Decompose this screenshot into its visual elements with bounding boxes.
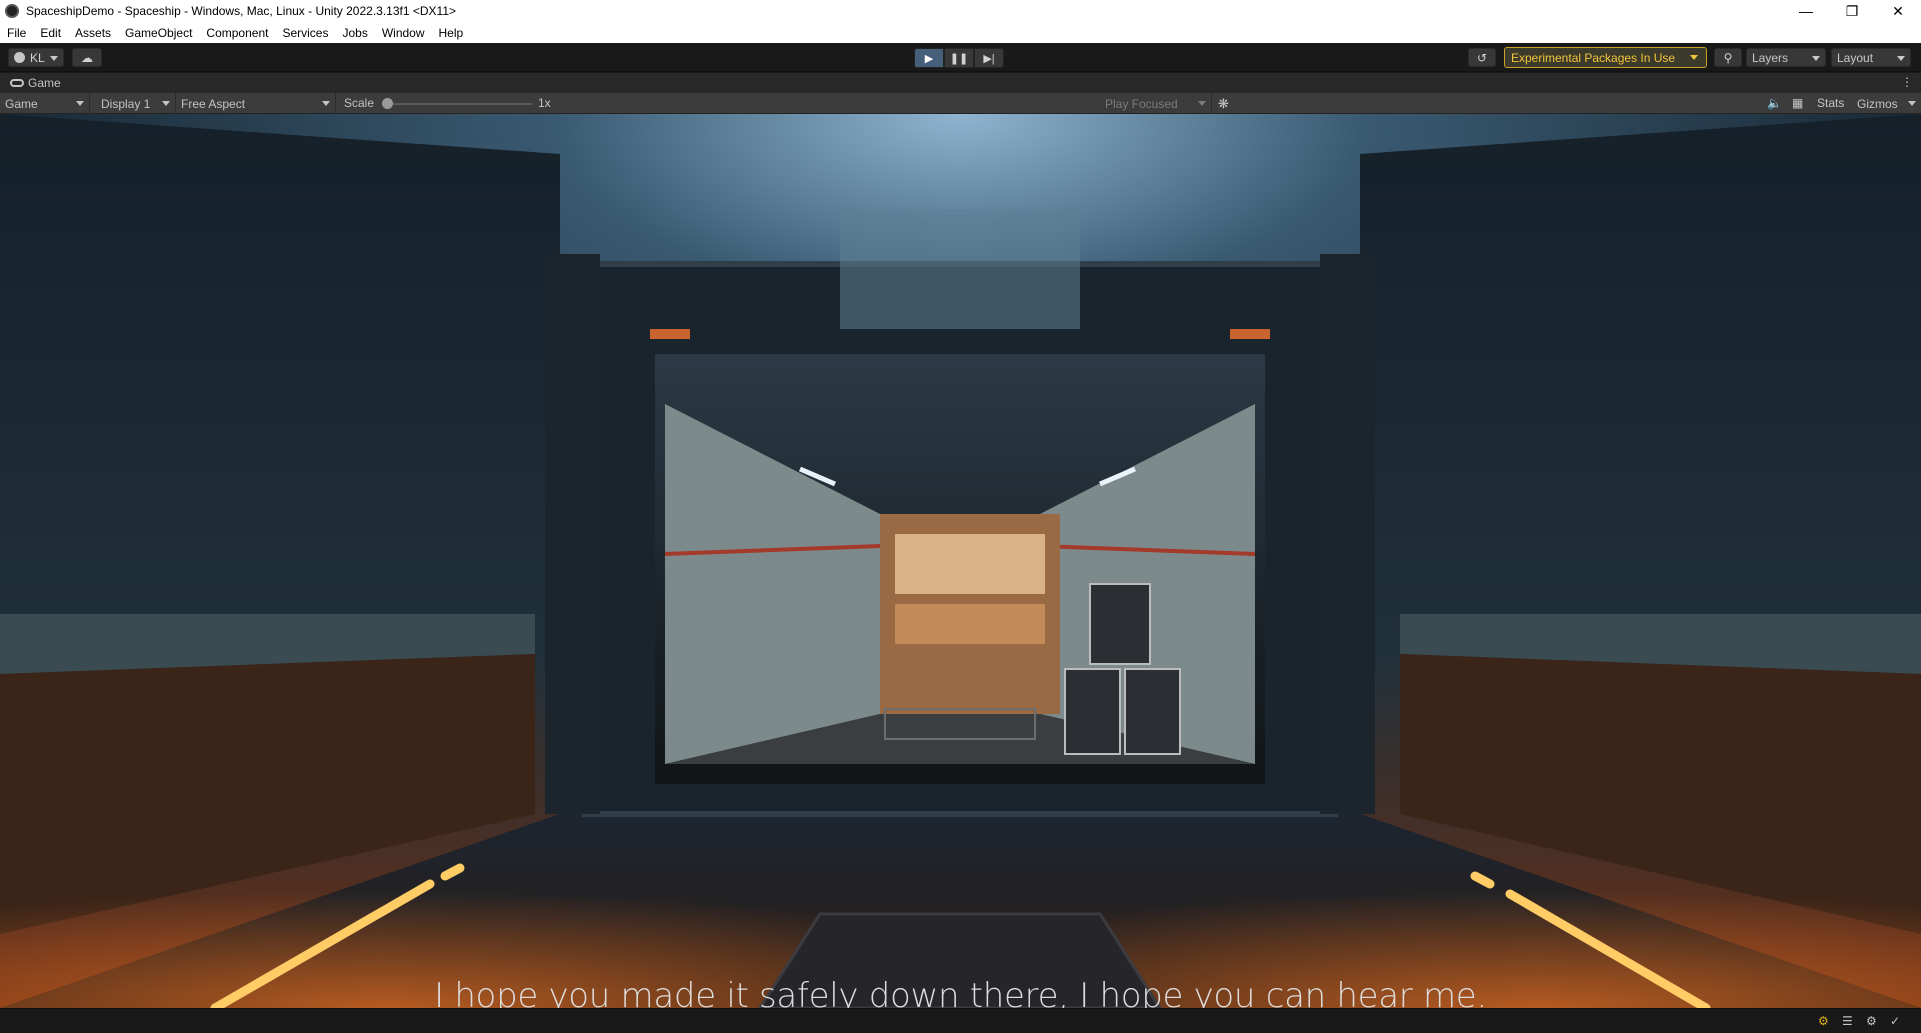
lighting-icon: ⚙: [1818, 1014, 1829, 1028]
game-view-render[interactable]: I hope you made it safely down there, I …: [0, 114, 1921, 1008]
chevron-down-icon: [76, 101, 84, 106]
menu-services[interactable]: Services: [275, 26, 335, 40]
chevron-down-icon: [162, 101, 170, 106]
playback-controls: ▶ ❚❚ ▶|: [914, 48, 1004, 68]
menu-assets[interactable]: Assets: [68, 26, 118, 40]
aspect-dropdown[interactable]: Free Aspect: [176, 93, 336, 114]
menu-help[interactable]: Help: [432, 26, 471, 40]
experimental-packages-label: Experimental Packages In Use: [1511, 50, 1676, 65]
restore-button[interactable]: ❐: [1829, 0, 1875, 22]
aspect-label: Free Aspect: [181, 96, 246, 111]
window-controls: — ❐ ✕: [1783, 0, 1921, 22]
subtitle-text: I hope you made it safely down there, I …: [434, 976, 1487, 1008]
search-icon: ⚲: [1723, 50, 1733, 65]
stats-button[interactable]: Stats: [1817, 93, 1844, 114]
window-title: SpaceshipDemo - Spaceship - Windows, Mac…: [26, 4, 456, 18]
menu-edit[interactable]: Edit: [33, 26, 68, 40]
chevron-down-icon: [1908, 101, 1916, 106]
layers-label: Layers: [1752, 50, 1789, 65]
menu-window[interactable]: Window: [375, 26, 432, 40]
scale-label: Scale: [344, 96, 375, 110]
gamepad-icon: [10, 79, 24, 87]
cloud-icon: ☁: [81, 50, 93, 65]
pause-button[interactable]: ❚❚: [944, 48, 974, 68]
layout-dropdown[interactable]: Layout: [1831, 48, 1911, 67]
audio-mute-icon[interactable]: 🔈: [1767, 93, 1782, 114]
menu-bar: File Edit Assets GameObject Component Se…: [0, 22, 1921, 43]
debug-icon: ⚙: [1866, 1014, 1877, 1028]
history-icon: ↺: [1476, 50, 1488, 65]
layout-label: Layout: [1837, 50, 1874, 65]
scale-slider-thumb[interactable]: [382, 98, 393, 109]
close-button[interactable]: ✕: [1875, 0, 1921, 22]
play-mode-dropdown[interactable]: Play Focused: [1100, 93, 1212, 114]
bug-icon[interactable]: ❋: [1218, 93, 1229, 114]
display-label: Display 1: [101, 96, 151, 111]
step-button[interactable]: ▶|: [974, 48, 1004, 68]
menu-gameobject[interactable]: GameObject: [118, 26, 199, 40]
chevron-down-icon: [1690, 55, 1698, 60]
unity-logo-icon: [5, 4, 19, 18]
account-label: KL: [30, 50, 45, 65]
account-icon: [14, 52, 25, 63]
keyboard-icon[interactable]: ▦: [1792, 93, 1803, 114]
tab-game[interactable]: Game: [0, 73, 61, 93]
view-mode-label: Game: [5, 96, 38, 111]
main-toolbar: KL ☁ ▶ ❚❚ ▶| ↺ Experimental Packages In …: [0, 43, 1921, 72]
display-dropdown[interactable]: Display 1: [96, 93, 176, 114]
status-bar: ⚙ ☰ ⚙ ✓: [0, 1008, 1921, 1033]
game-view-toolbar: Game Display 1 Free Aspect Scale 1x Play…: [0, 93, 1921, 114]
spaceship-corridor-scene: [0, 114, 1921, 1008]
chevron-down-icon: [322, 101, 330, 106]
layers-dropdown[interactable]: Layers: [1746, 48, 1826, 67]
chevron-down-icon: [1897, 56, 1905, 61]
tab-bar: Game ⋮: [0, 73, 1921, 93]
undo-history-button[interactable]: ↺: [1468, 48, 1496, 67]
scale-value: 1x: [538, 96, 551, 110]
play-button[interactable]: ▶: [914, 48, 944, 68]
tab-game-label: Game: [28, 76, 61, 90]
layers-stack-icon: ☰: [1842, 1014, 1853, 1028]
title-bar: SpaceshipDemo - Spaceship - Windows, Mac…: [0, 0, 1921, 22]
menu-component[interactable]: Component: [199, 26, 275, 40]
menu-file[interactable]: File: [0, 26, 33, 40]
chevron-down-icon: [50, 56, 58, 61]
pause-icon: ❚❚: [949, 52, 969, 65]
cloud-button[interactable]: ☁: [72, 48, 102, 67]
step-icon: ▶|: [983, 52, 995, 65]
scale-slider-track[interactable]: [386, 103, 532, 105]
menu-jobs[interactable]: Jobs: [335, 26, 374, 40]
experimental-packages-button[interactable]: Experimental Packages In Use: [1504, 47, 1707, 68]
account-dropdown[interactable]: KL: [8, 48, 64, 67]
search-button[interactable]: ⚲: [1714, 48, 1742, 67]
chevron-down-icon: [1198, 101, 1206, 106]
chevron-down-icon: [1812, 56, 1820, 61]
view-mode-dropdown[interactable]: Game: [0, 93, 90, 114]
minimize-button[interactable]: —: [1783, 0, 1829, 22]
gizmos-label: Gizmos: [1857, 96, 1898, 111]
check-icon: ✓: [1890, 1014, 1901, 1028]
gizmos-dropdown[interactable]: Gizmos: [1852, 93, 1921, 114]
play-icon: ▶: [924, 52, 934, 65]
more-options-icon[interactable]: ⋮: [1901, 75, 1913, 89]
play-mode-label: Play Focused: [1105, 96, 1178, 111]
